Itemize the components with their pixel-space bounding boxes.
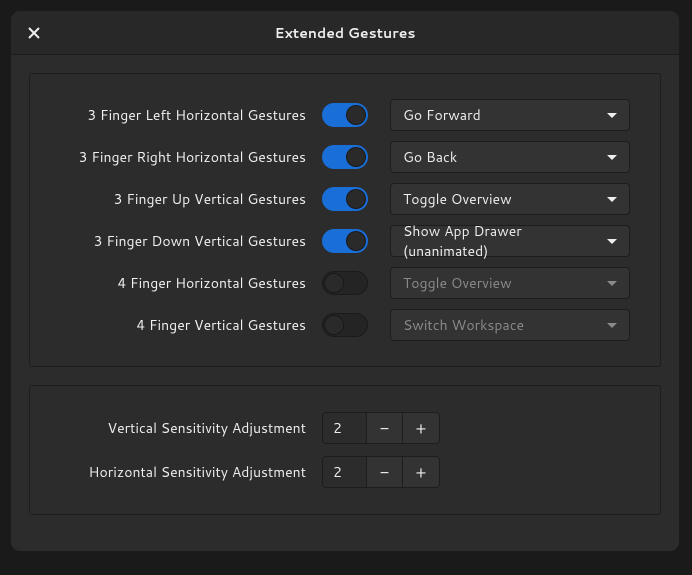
dropdown-value: Show App Drawer (unanimated) [403,221,607,261]
gesture-action-dropdown-3finger-down[interactable]: Show App Drawer (unanimated) [390,225,630,257]
chevron-down-icon [607,281,617,286]
sensitivity-panel: Vertical Sensitivity Adjustment 2 − + Ho… [29,385,661,515]
window-title: Extended Gestures [11,23,679,43]
gestures-panel: 3 Finger Left Horizontal Gestures Go For… [29,73,661,367]
stepper-increment-button[interactable]: + [403,457,439,487]
chevron-down-icon [607,239,617,244]
gesture-label: 4 Finger Horizontal Gestures [52,273,322,293]
chevron-down-icon [607,197,617,202]
gesture-toggle-3finger-down[interactable] [322,229,368,253]
gesture-action-dropdown-4finger-horizontal[interactable]: Toggle Overview [390,267,630,299]
gesture-row: 3 Finger Right Horizontal Gestures Go Ba… [52,142,638,172]
dropdown-value: Go Forward [403,105,481,125]
gesture-toggle-4finger-horizontal[interactable] [322,271,368,295]
dropdown-value: Switch Workspace [403,315,524,335]
sensitivity-label: Vertical Sensitivity Adjustment [52,418,322,438]
dropdown-value: Toggle Overview [403,189,512,209]
sensitivity-row: Vertical Sensitivity Adjustment 2 − + [52,412,638,444]
titlebar: Extended Gestures [11,11,679,55]
vertical-sensitivity-stepper: 2 − + [322,412,440,444]
stepper-decrement-button[interactable]: − [367,457,403,487]
gesture-label: 3 Finger Left Horizontal Gestures [52,105,322,125]
gesture-toggle-3finger-right[interactable] [322,145,368,169]
dropdown-value: Toggle Overview [403,273,512,293]
stepper-value[interactable]: 2 [323,457,367,487]
gesture-row: 3 Finger Up Vertical Gestures Toggle Ove… [52,184,638,214]
horizontal-sensitivity-stepper: 2 − + [322,456,440,488]
settings-window: Extended Gestures 3 Finger Left Horizont… [10,10,680,552]
gesture-toggle-3finger-up[interactable] [322,187,368,211]
stepper-increment-button[interactable]: + [403,413,439,443]
gesture-toggle-4finger-vertical[interactable] [322,313,368,337]
sensitivity-row: Horizontal Sensitivity Adjustment 2 − + [52,456,638,488]
gesture-label: 3 Finger Up Vertical Gestures [52,189,322,209]
chevron-down-icon [607,113,617,118]
gesture-row: 4 Finger Horizontal Gestures Toggle Over… [52,268,638,298]
gesture-row: 3 Finger Down Vertical Gestures Show App… [52,226,638,256]
sensitivity-label: Horizontal Sensitivity Adjustment [52,462,322,482]
gesture-action-dropdown-4finger-vertical[interactable]: Switch Workspace [390,309,630,341]
gesture-toggle-3finger-left[interactable] [322,103,368,127]
chevron-down-icon [607,155,617,160]
close-icon [28,27,40,39]
stepper-value[interactable]: 2 [323,413,367,443]
chevron-down-icon [607,323,617,328]
content-area: 3 Finger Left Horizontal Gestures Go For… [11,55,679,551]
dropdown-value: Go Back [403,147,457,167]
gesture-row: 4 Finger Vertical Gestures Switch Worksp… [52,310,638,340]
stepper-decrement-button[interactable]: − [367,413,403,443]
gesture-label: 3 Finger Right Horizontal Gestures [52,147,322,167]
gesture-action-dropdown-3finger-up[interactable]: Toggle Overview [390,183,630,215]
gesture-label: 3 Finger Down Vertical Gestures [52,231,322,251]
gesture-label: 4 Finger Vertical Gestures [52,315,322,335]
gesture-row: 3 Finger Left Horizontal Gestures Go For… [52,100,638,130]
gesture-action-dropdown-3finger-right[interactable]: Go Back [390,141,630,173]
gesture-action-dropdown-3finger-left[interactable]: Go Forward [390,99,630,131]
close-button[interactable] [19,18,49,48]
